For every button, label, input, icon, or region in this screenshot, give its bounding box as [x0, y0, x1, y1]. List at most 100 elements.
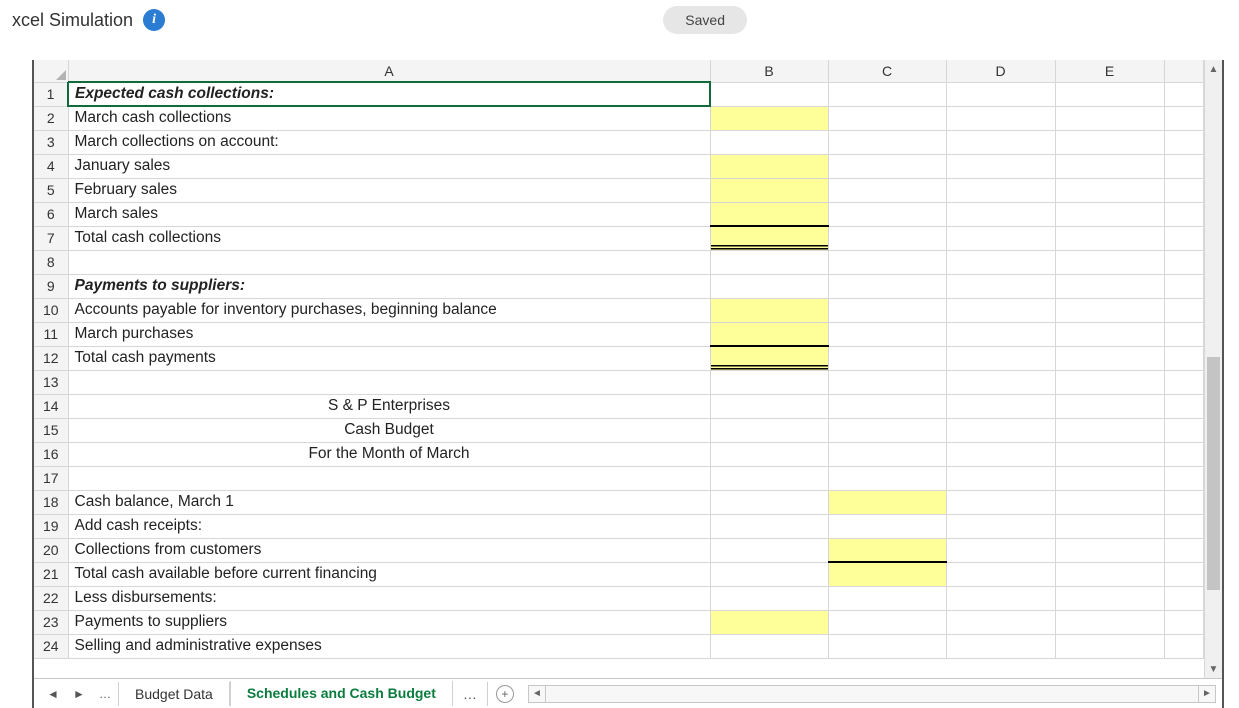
cell-a[interactable]: Less disbursements:	[68, 586, 710, 610]
cell-a[interactable]: Total cash collections	[68, 226, 710, 250]
cell-d[interactable]	[946, 466, 1055, 490]
cell-d[interactable]	[946, 178, 1055, 202]
cell-b[interactable]	[710, 250, 828, 274]
cell-e[interactable]	[1055, 82, 1164, 106]
row-header[interactable]: 1	[34, 82, 68, 106]
cell-c[interactable]	[828, 130, 946, 154]
cell-e[interactable]	[1055, 346, 1164, 370]
tab-more-icon[interactable]: …	[94, 683, 116, 705]
cell-c[interactable]	[828, 538, 946, 562]
cell-b[interactable]	[710, 514, 828, 538]
grid-row[interactable]: 13	[34, 370, 1204, 394]
grid-row[interactable]: 1Expected cash collections:	[34, 82, 1204, 106]
grid-row[interactable]: 9Payments to suppliers:	[34, 274, 1204, 298]
cell-b[interactable]	[710, 394, 828, 418]
cell-a[interactable]: Payments to suppliers:	[68, 274, 710, 298]
cell-a[interactable]: Total cash payments	[68, 346, 710, 370]
cell-a[interactable]: Selling and administrative expenses	[68, 634, 710, 658]
cell-e[interactable]	[1055, 370, 1164, 394]
tab-prev-icon[interactable]: ◄	[42, 683, 64, 705]
row-header[interactable]: 22	[34, 586, 68, 610]
cell-b[interactable]	[710, 154, 828, 178]
cell-c[interactable]	[828, 610, 946, 634]
cell-c[interactable]	[828, 250, 946, 274]
cell-c[interactable]	[828, 346, 946, 370]
row-header[interactable]: 15	[34, 418, 68, 442]
tab-schedules-cash-budget[interactable]: Schedules and Cash Budget	[230, 681, 453, 707]
row-header[interactable]: 14	[34, 394, 68, 418]
cell-c[interactable]	[828, 586, 946, 610]
cell-e[interactable]	[1055, 490, 1164, 514]
row-header[interactable]: 8	[34, 250, 68, 274]
row-header[interactable]: 11	[34, 322, 68, 346]
row-header[interactable]: 9	[34, 274, 68, 298]
row-header[interactable]: 3	[34, 130, 68, 154]
column-header-row[interactable]: A B C D E	[34, 60, 1204, 82]
cell-d[interactable]	[946, 394, 1055, 418]
cell-a[interactable]: March cash collections	[68, 106, 710, 130]
cell-d[interactable]	[946, 370, 1055, 394]
cell-c[interactable]	[828, 562, 946, 586]
cell-e[interactable]	[1055, 298, 1164, 322]
vertical-scrollbar[interactable]: ▲ ▼	[1204, 60, 1222, 678]
grid-row[interactable]: 12Total cash payments	[34, 346, 1204, 370]
cell-a[interactable]: Collections from customers	[68, 538, 710, 562]
cell-d[interactable]	[946, 130, 1055, 154]
row-header[interactable]: 12	[34, 346, 68, 370]
tab-next-icon[interactable]: ►	[68, 683, 90, 705]
cell-e[interactable]	[1055, 418, 1164, 442]
scroll-track[interactable]	[1205, 78, 1222, 660]
cell-d[interactable]	[946, 226, 1055, 250]
cell-e[interactable]	[1055, 538, 1164, 562]
cell-e[interactable]	[1055, 226, 1164, 250]
cell-c[interactable]	[828, 514, 946, 538]
cell-e[interactable]	[1055, 250, 1164, 274]
cell-b[interactable]	[710, 586, 828, 610]
col-header-c[interactable]: C	[828, 60, 946, 82]
cell-e[interactable]	[1055, 274, 1164, 298]
cell-b[interactable]	[710, 562, 828, 586]
cell-d[interactable]	[946, 634, 1055, 658]
cell-b[interactable]	[710, 202, 828, 226]
cell-a[interactable]	[68, 466, 710, 490]
cell-e[interactable]	[1055, 322, 1164, 346]
cell-e[interactable]	[1055, 586, 1164, 610]
cell-b[interactable]	[710, 370, 828, 394]
cell-e[interactable]	[1055, 106, 1164, 130]
cell-a[interactable]: Accounts payable for inventory purchases…	[68, 298, 710, 322]
cell-b[interactable]	[710, 490, 828, 514]
grid-row[interactable]: 23Payments to suppliers	[34, 610, 1204, 634]
grid-row[interactable]: 6March sales	[34, 202, 1204, 226]
grid-row[interactable]: 21Total cash available before current fi…	[34, 562, 1204, 586]
row-header[interactable]: 23	[34, 610, 68, 634]
cell-d[interactable]	[946, 442, 1055, 466]
scroll-up-icon[interactable]: ▲	[1205, 60, 1222, 78]
cell-d[interactable]	[946, 418, 1055, 442]
row-header[interactable]: 10	[34, 298, 68, 322]
row-header[interactable]: 20	[34, 538, 68, 562]
row-header[interactable]: 7	[34, 226, 68, 250]
cell-a[interactable]	[68, 370, 710, 394]
cell-d[interactable]	[946, 82, 1055, 106]
cell-c[interactable]	[828, 442, 946, 466]
cell-a[interactable]: March sales	[68, 202, 710, 226]
cell-c[interactable]	[828, 370, 946, 394]
cell-d[interactable]	[946, 322, 1055, 346]
cell-e[interactable]	[1055, 130, 1164, 154]
add-sheet-icon[interactable]: +	[496, 685, 514, 703]
row-header[interactable]: 13	[34, 370, 68, 394]
cell-a[interactable]: January sales	[68, 154, 710, 178]
row-header[interactable]: 24	[34, 634, 68, 658]
grid-row[interactable]: 22Less disbursements:	[34, 586, 1204, 610]
cell-b[interactable]	[710, 82, 828, 106]
cell-c[interactable]	[828, 202, 946, 226]
row-header[interactable]: 19	[34, 514, 68, 538]
cell-d[interactable]	[946, 298, 1055, 322]
hscroll-right-icon[interactable]: ►	[1198, 685, 1216, 703]
cell-e[interactable]	[1055, 466, 1164, 490]
cell-d[interactable]	[946, 202, 1055, 226]
cell-c[interactable]	[828, 178, 946, 202]
cell-c[interactable]	[828, 82, 946, 106]
cell-b[interactable]	[710, 538, 828, 562]
row-header[interactable]: 6	[34, 202, 68, 226]
